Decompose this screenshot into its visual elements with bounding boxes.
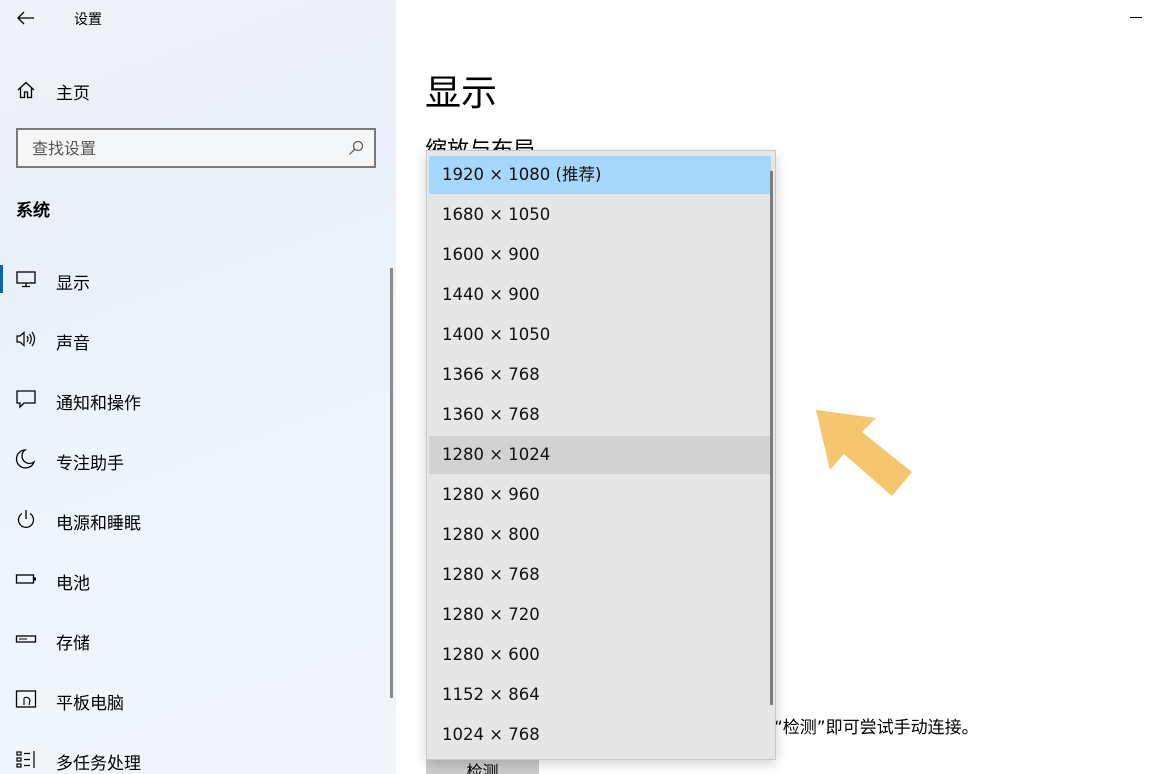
- sidebar-item-label: 主页: [56, 84, 90, 104]
- search-input[interactable]: [18, 130, 338, 166]
- sidebar-item-label: 声音: [56, 334, 90, 354]
- resolution-option[interactable]: 1280 × 768: [429, 556, 771, 594]
- monitor-icon: [16, 271, 36, 288]
- sidebar-item-battery[interactable]: 电池: [0, 557, 390, 601]
- back-arrow-icon: [17, 11, 34, 25]
- section-subheading: 缩放与布局: [425, 138, 536, 152]
- resolution-option[interactable]: 1280 × 960: [429, 476, 771, 514]
- resolution-option[interactable]: 1360 × 768: [429, 396, 771, 434]
- section-title: 系统: [16, 201, 50, 221]
- sidebar-item-label: 专注助手: [56, 454, 124, 474]
- sidebar-item-label: 存储: [56, 634, 90, 654]
- tablet-icon: [15, 690, 37, 708]
- notification-icon: [16, 390, 36, 409]
- sidebar-item-power-sleep[interactable]: 电源和睡眠: [0, 497, 390, 541]
- sidebar-item-storage[interactable]: 存储: [0, 617, 390, 661]
- sidebar-item-label: 平板电脑: [56, 694, 124, 714]
- battery-icon: [15, 574, 36, 584]
- resolution-option[interactable]: 1152 × 864: [429, 676, 771, 714]
- resolution-option-selected[interactable]: 1920 × 1080 (推荐): [429, 156, 771, 194]
- sidebar-item-label: 电源和睡眠: [56, 514, 141, 534]
- resolution-option-hovered[interactable]: 1280 × 1024: [429, 436, 771, 474]
- detect-hint-text: “检测”即可尝试手动连接。: [774, 718, 979, 738]
- dropdown-scrollbar[interactable]: [770, 171, 773, 705]
- sidebar-item-display[interactable]: 显示: [0, 257, 390, 301]
- multitask-icon: [16, 751, 35, 768]
- page-title: 显示: [425, 73, 498, 114]
- search-icon[interactable]: [348, 140, 364, 156]
- resolution-option[interactable]: 1280 × 720: [429, 596, 771, 634]
- resolution-option[interactable]: 1366 × 768: [429, 356, 771, 394]
- sidebar-item-label: 通知和操作: [56, 394, 141, 414]
- sidebar-scrollbar[interactable]: [390, 268, 393, 698]
- moon-icon: [15, 449, 36, 469]
- back-button[interactable]: [14, 6, 38, 30]
- sidebar-item-label: 显示: [56, 274, 90, 294]
- resolution-option[interactable]: 1400 × 1050: [429, 316, 771, 354]
- resolution-option[interactable]: 1280 × 600: [429, 636, 771, 674]
- sidebar-item-tablet[interactable]: 平板电脑: [0, 677, 390, 721]
- minimize-button[interactable]: [1116, 0, 1156, 32]
- sidebar-item-sound[interactable]: 声音: [0, 317, 390, 361]
- sidebar-item-multitasking[interactable]: 多任务处理: [0, 737, 390, 774]
- power-icon: [17, 510, 35, 528]
- sidebar: 设置 主页 系统 显示 声音 通知和操作: [0, 0, 396, 774]
- home-icon: [17, 81, 35, 99]
- sidebar-item-label: 多任务处理: [56, 754, 141, 774]
- annotation-arrow-icon: [816, 410, 912, 496]
- sidebar-item-label: 电池: [56, 574, 90, 594]
- resolution-option[interactable]: 1440 × 900: [429, 276, 771, 314]
- window-title: 设置: [74, 12, 102, 28]
- resolution-option[interactable]: 1680 × 1050: [429, 196, 771, 234]
- storage-icon: [15, 635, 37, 643]
- sidebar-item-focus-assist[interactable]: 专注助手: [0, 437, 390, 481]
- resolution-option[interactable]: 1024 × 768: [429, 716, 771, 754]
- sidebar-item-home[interactable]: 主页: [0, 70, 396, 110]
- search-box[interactable]: [16, 128, 376, 168]
- sidebar-item-notifications[interactable]: 通知和操作: [0, 377, 390, 421]
- speaker-icon: [16, 331, 36, 347]
- resolution-option[interactable]: 1600 × 900: [429, 236, 771, 274]
- resolution-option[interactable]: 1280 × 800: [429, 516, 771, 554]
- resolution-dropdown[interactable]: 1920 × 1080 (推荐) 1680 × 1050 1600 × 900 …: [426, 150, 776, 760]
